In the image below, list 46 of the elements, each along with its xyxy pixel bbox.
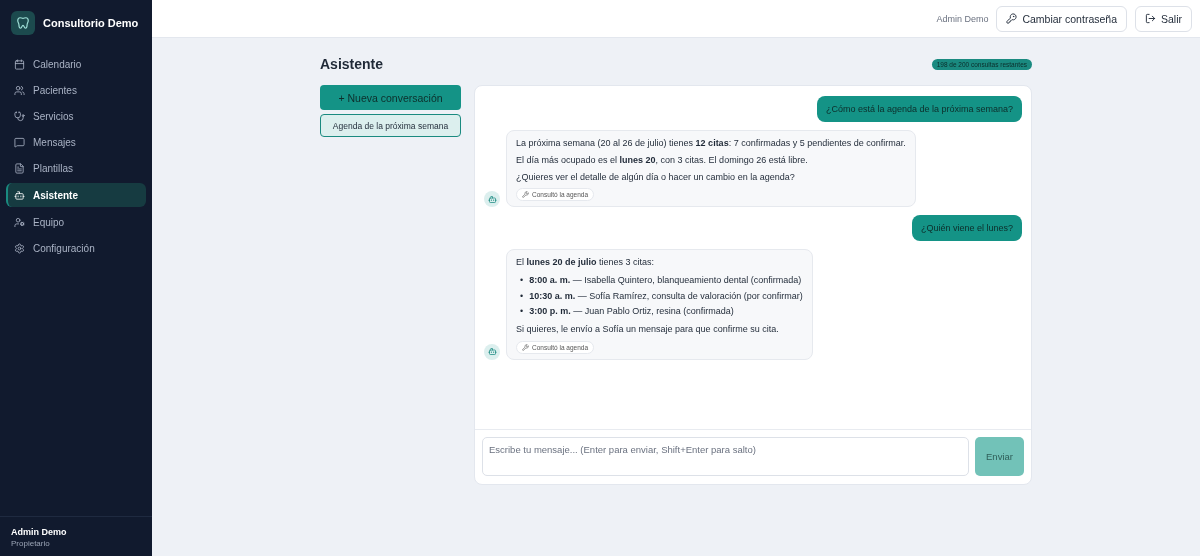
nav-item[interactable]: Asistente: [6, 183, 146, 207]
message-input[interactable]: Escribe tu mensaje... (Enter para enviar, Shift+Enter para salto): [482, 437, 969, 476]
bullet: •: [520, 289, 524, 303]
nav-icon: [14, 84, 25, 96]
nav-item[interactable]: Mensajes: [6, 131, 146, 153]
nav-item[interactable]: Plantillas: [6, 157, 146, 179]
message-text: Si quieres, le envío a Sofía un mensaje para que confirme su cita.: [516, 323, 780, 335]
user-message: ¿Cómo está la agenda de la próxima semana?: [816, 96, 1022, 122]
brand-name: Consultorio Demo: [43, 17, 139, 29]
tooth-logo-icon: [11, 11, 35, 35]
conversation-item[interactable]: Agenda de la próxima semana: [320, 114, 461, 137]
user-role: Propietario: [11, 539, 51, 548]
bullet: •: [520, 305, 524, 318]
message-text: La próxima semana (20 al 26 de julio) tienes 12 citas: 7 confirmadas y 5 pendientes de confirmar.: [516, 138, 906, 149]
nav-item[interactable]: Pacientes: [6, 79, 146, 101]
nav-item[interactable]: Servicios: [6, 105, 146, 127]
message-text: ¿Quieres ver el detalle de algún día o hacer un cambio en la agenda?: [516, 171, 796, 183]
nav-icon: [14, 110, 25, 122]
nav-icon: [14, 189, 25, 201]
change-password-button[interactable]: Cambiar contraseña: [996, 5, 1127, 32]
nav-item[interactable]: Calendario: [6, 53, 146, 75]
nav-icon: [14, 136, 25, 148]
logout-icon: [1145, 13, 1156, 24]
nav-icon: [14, 242, 25, 254]
bullet: •: [520, 274, 524, 287]
message-text: El lunes 20 de julio tienes 3 citas:: [516, 257, 656, 269]
nav-icon: [14, 58, 25, 70]
key-icon: [1006, 13, 1018, 24]
new-conversation-button[interactable]: + Nueva conversación: [320, 85, 461, 110]
nav-item[interactable]: Equipo: [6, 211, 146, 233]
list-item: 10:30 a. m. — Sofía Ramírez, consulta de valoración (por confirmar): [529, 289, 803, 303]
nav-item[interactable]: Configuración: [6, 237, 146, 259]
bot-avatar-icon: [484, 191, 500, 208]
list-item: 3:00 p. m. — Juan Pablo Ortiz, resina (confirmada): [529, 305, 734, 318]
header-user-name: Admin Demo: [936, 13, 989, 24]
wrench-icon: [522, 191, 529, 199]
bot-avatar-icon: [484, 343, 500, 360]
list-item: 8:00 a. m. — Isabella Quintero, blanqueamiento dental (confirmada): [529, 274, 802, 287]
user-message: ¿Quién viene el lunes?: [911, 215, 1022, 242]
message-text: El día más ocupado es el lunes 20, con 3 citas. El domingo 26 está libre.: [516, 154, 809, 166]
user-name: Admin Demo: [11, 527, 68, 537]
wrench-icon: [522, 343, 529, 351]
page-title: Asistente: [320, 56, 384, 72]
nav-icon: [14, 216, 25, 228]
logout-button[interactable]: Salir: [1135, 5, 1192, 32]
nav-icon: [14, 162, 25, 174]
